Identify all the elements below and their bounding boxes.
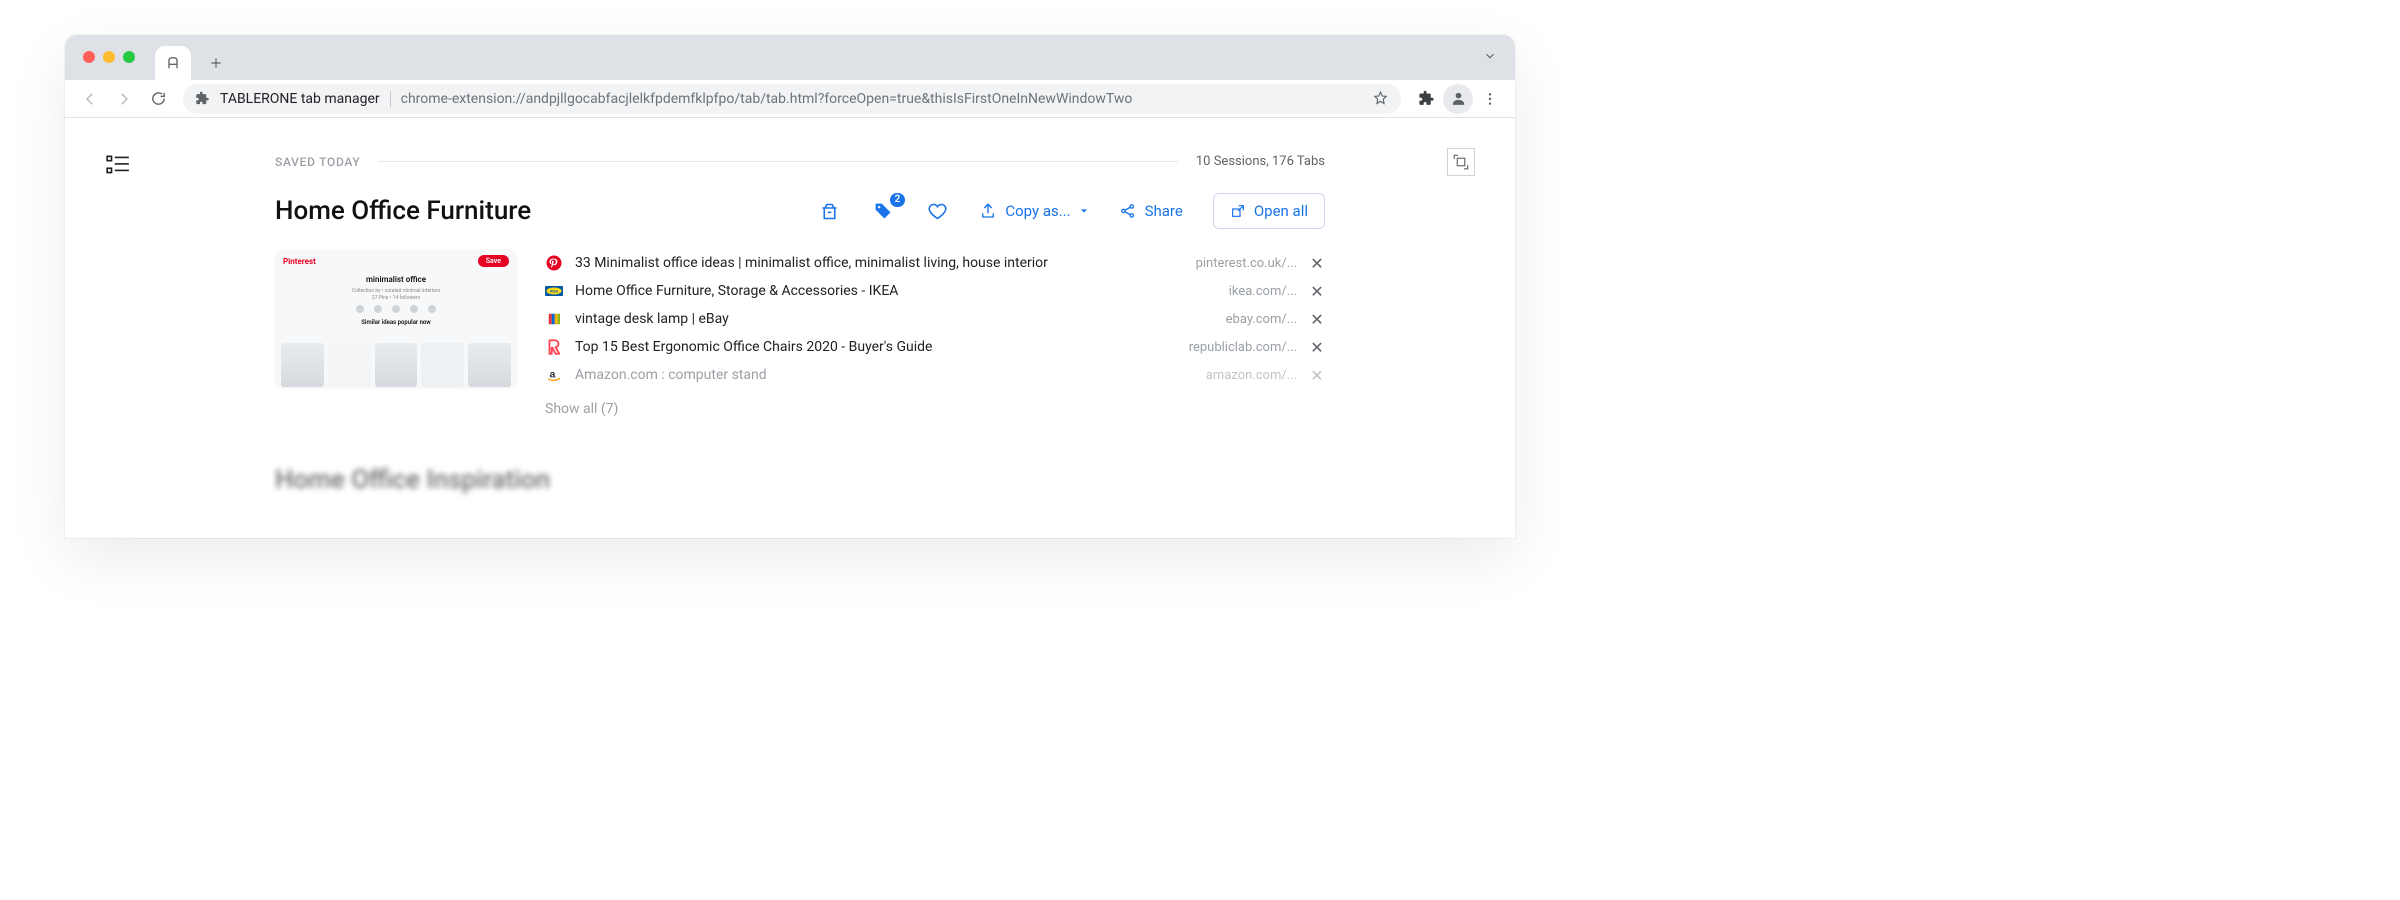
tab-row[interactable]: Top 15 Best Ergonomic Office Chairs 2020… — [545, 333, 1325, 361]
amazon-favicon: a — [545, 366, 563, 384]
tab-title: 33 Minimalist office ideas | minimalist … — [575, 255, 1184, 271]
tab-close-button[interactable]: ✕ — [1309, 366, 1325, 385]
puzzle-icon — [1418, 90, 1435, 107]
list-icon — [105, 152, 131, 178]
browser-toolbar: TABLERONE tab manager chrome-extension:/… — [65, 80, 1515, 118]
share-icon — [1119, 202, 1137, 220]
arrow-right-icon — [115, 90, 133, 108]
tab-title: Top 15 Best Ergonomic Office Chairs 2020… — [575, 339, 1177, 355]
tab-row[interactable]: a Amazon.com : computer stand amazon.com… — [545, 361, 1325, 389]
tab-close-button[interactable]: ✕ — [1309, 254, 1325, 273]
heart-icon — [927, 201, 948, 222]
forward-button[interactable] — [109, 84, 139, 114]
session-header: Home Office Furniture 2 Copy as... — [275, 193, 1325, 229]
expand-view-button[interactable] — [1447, 148, 1475, 176]
address-bar[interactable]: TABLERONE tab manager chrome-extension:/… — [183, 84, 1401, 114]
thumb-subtitle: Collection by • curated minimal interior… — [305, 288, 487, 301]
page-content: Saved Today 10 Sessions, 176 Tabs Home O… — [65, 118, 1515, 538]
tab-domain: ebay.com/... — [1226, 312, 1297, 327]
tab-search-button[interactable] — [1483, 49, 1497, 63]
upload-icon — [979, 202, 997, 220]
extension-icon — [195, 91, 210, 106]
browser-window: TABLERONE tab manager chrome-extension:/… — [65, 35, 1515, 538]
thumb-title: minimalist office — [275, 275, 517, 284]
meta-divider — [378, 161, 1177, 162]
window-minimize-button[interactable] — [103, 51, 115, 63]
favorite-button[interactable] — [925, 201, 949, 222]
window-controls[interactable] — [83, 51, 135, 63]
overflow-menu-button[interactable] — [1475, 84, 1505, 114]
tab-list: 33 Minimalist office ideas | minimalist … — [545, 249, 1325, 417]
active-browser-tab[interactable] — [155, 46, 191, 80]
tab-close-button[interactable]: ✕ — [1309, 310, 1325, 329]
tab-title: vintage desk lamp | eBay — [575, 311, 1214, 327]
svg-text:IKEA: IKEA — [550, 290, 559, 294]
tab-close-button[interactable]: ✕ — [1309, 338, 1325, 357]
page-url: chrome-extension://andpjllgocabfacjlelkf… — [401, 91, 1133, 107]
archive-icon — [819, 201, 840, 222]
tab-close-button[interactable]: ✕ — [1309, 282, 1325, 301]
next-session-title: Home Office Inspiration — [275, 465, 1325, 495]
browser-tab-strip — [65, 35, 1515, 80]
plus-icon — [209, 56, 223, 70]
tablerone-icon — [165, 55, 181, 71]
tag-count-badge: 2 — [890, 193, 906, 207]
window-close-button[interactable] — [83, 51, 95, 63]
tab-row[interactable]: vintage desk lamp | eBay ebay.com/... ✕ — [545, 305, 1325, 333]
republiclab-favicon — [545, 338, 563, 356]
back-button[interactable] — [75, 84, 105, 114]
sessions-list-toggle[interactable] — [105, 152, 131, 178]
open-external-icon — [1230, 203, 1246, 219]
ebay-favicon — [545, 310, 563, 328]
share-button[interactable]: Share — [1119, 202, 1183, 220]
expand-icon — [1452, 153, 1470, 171]
chevron-down-icon — [1483, 49, 1497, 63]
tag-button[interactable]: 2 — [871, 201, 895, 222]
pinterest-favicon — [545, 254, 563, 272]
page-title: TABLERONE tab manager — [220, 91, 380, 107]
tab-domain: amazon.com/... — [1206, 368, 1297, 383]
tab-title: Home Office Furniture, Storage & Accesso… — [575, 283, 1217, 299]
session-thumbnail[interactable]: Pinterest Save minimalist office Collect… — [275, 249, 517, 387]
reload-button[interactable] — [143, 84, 173, 114]
share-label: Share — [1145, 202, 1183, 220]
reload-icon — [150, 90, 167, 107]
archive-button[interactable] — [817, 201, 841, 222]
session-title[interactable]: Home Office Furniture — [275, 196, 817, 226]
open-all-label: Open all — [1254, 202, 1308, 220]
copy-as-button[interactable]: Copy as... — [979, 202, 1088, 220]
tab-domain: pinterest.co.uk/... — [1196, 256, 1297, 271]
session-actions: 2 Copy as... Share — [817, 193, 1325, 229]
ikea-favicon: IKEA — [545, 282, 563, 300]
star-icon[interactable] — [1372, 90, 1389, 107]
new-tab-button[interactable] — [199, 46, 233, 80]
open-all-button[interactable]: Open all — [1213, 193, 1325, 229]
session-meta-row: Saved Today 10 Sessions, 176 Tabs — [275, 154, 1325, 169]
session-counts: 10 Sessions, 176 Tabs — [1196, 154, 1325, 169]
tab-row[interactable]: IKEA Home Office Furniture, Storage & Ac… — [545, 277, 1325, 305]
kebab-icon — [1482, 91, 1498, 107]
tab-row[interactable]: 33 Minimalist office ideas | minimalist … — [545, 249, 1325, 277]
person-icon — [1450, 90, 1467, 107]
arrow-left-icon — [81, 90, 99, 108]
thumb-logo: Pinterest — [283, 257, 316, 266]
svg-text:a: a — [550, 368, 556, 380]
tab-title: Amazon.com : computer stand — [575, 367, 1194, 383]
thumb-section: Similar ideas popular now — [275, 319, 517, 326]
dropdown-caret-icon — [1079, 206, 1089, 216]
copy-as-label: Copy as... — [1005, 202, 1070, 220]
window-zoom-button[interactable] — [123, 51, 135, 63]
tab-domain: ikea.com/... — [1229, 284, 1297, 299]
saved-today-label: Saved Today — [275, 155, 360, 169]
omnibox-divider — [390, 91, 391, 107]
profile-button[interactable] — [1443, 84, 1473, 114]
extensions-button[interactable] — [1411, 84, 1441, 114]
thumb-save-pill: Save — [478, 255, 509, 267]
show-all-button[interactable]: Show all (7) — [545, 401, 1325, 417]
tab-domain: republiclab.com/... — [1189, 340, 1297, 355]
